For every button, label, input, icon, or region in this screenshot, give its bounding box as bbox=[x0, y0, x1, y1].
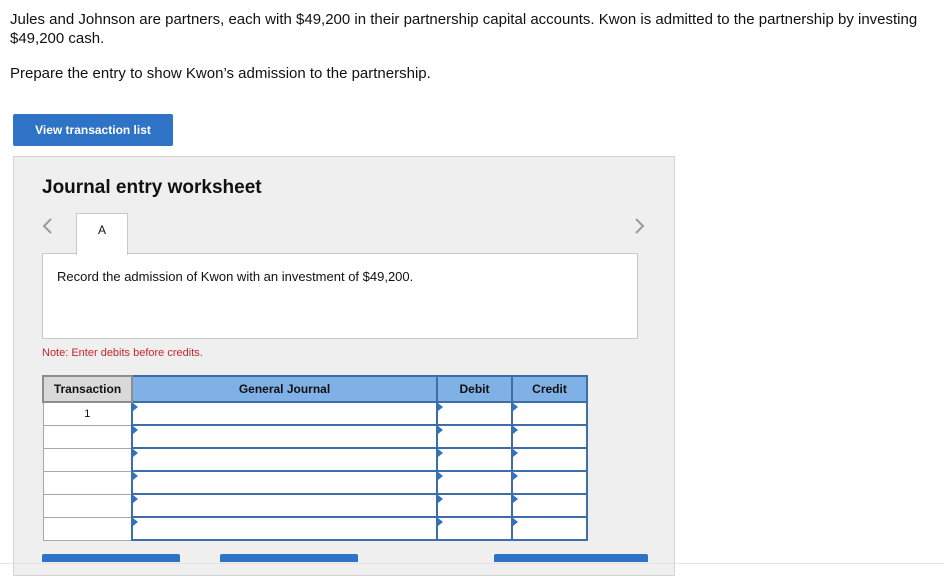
table-row bbox=[42, 516, 588, 541]
record-entry-button[interactable] bbox=[42, 554, 180, 562]
credit-input[interactable] bbox=[511, 493, 588, 518]
header-transaction: Transaction bbox=[42, 375, 133, 403]
journal-header-row: Transaction General Journal Debit Credit bbox=[42, 375, 588, 403]
table-row bbox=[42, 470, 588, 495]
credit-input[interactable] bbox=[511, 424, 588, 449]
transaction-number bbox=[42, 516, 133, 541]
page-divider bbox=[0, 563, 944, 564]
credit-input[interactable] bbox=[511, 516, 588, 541]
table-row bbox=[42, 424, 588, 449]
debit-input[interactable] bbox=[436, 470, 513, 495]
credit-input[interactable] bbox=[511, 447, 588, 472]
transaction-number bbox=[42, 470, 133, 495]
debit-input[interactable] bbox=[436, 424, 513, 449]
transaction-description: Record the admission of Kwon with an inv… bbox=[42, 253, 638, 339]
account-select[interactable] bbox=[131, 516, 438, 541]
account-select[interactable] bbox=[131, 447, 438, 472]
worksheet-title: Journal entry worksheet bbox=[42, 177, 262, 198]
view-general-journal-button[interactable] bbox=[494, 554, 648, 562]
header-credit: Credit bbox=[511, 375, 588, 403]
table-row bbox=[42, 447, 588, 472]
chevron-left-icon[interactable] bbox=[41, 216, 55, 236]
transaction-number: 1 bbox=[42, 401, 133, 426]
clear-entry-button[interactable] bbox=[220, 554, 358, 562]
account-select[interactable] bbox=[131, 401, 438, 426]
journal-table: Transaction General Journal Debit Credit… bbox=[42, 375, 588, 541]
problem-instruction: Prepare the entry to show Kwon’s admissi… bbox=[10, 65, 431, 82]
description-text: Record the admission of Kwon with an inv… bbox=[57, 269, 414, 284]
problem-text: Jules and Johnson are partners, each wit… bbox=[10, 11, 918, 47]
account-select[interactable] bbox=[131, 470, 438, 495]
account-select[interactable] bbox=[131, 424, 438, 449]
transaction-number bbox=[42, 424, 133, 449]
tab-a[interactable]: A bbox=[76, 213, 128, 255]
view-transaction-list-button[interactable]: View transaction list bbox=[13, 114, 173, 146]
credit-input[interactable] bbox=[511, 401, 588, 426]
debit-input[interactable] bbox=[436, 516, 513, 541]
chevron-right-icon[interactable] bbox=[632, 216, 646, 236]
account-select[interactable] bbox=[131, 493, 438, 518]
table-row: 1 bbox=[42, 401, 588, 426]
transaction-number bbox=[42, 493, 133, 518]
header-debit: Debit bbox=[436, 375, 513, 403]
credit-input[interactable] bbox=[511, 470, 588, 495]
header-general-journal: General Journal bbox=[131, 375, 438, 403]
transaction-number bbox=[42, 447, 133, 472]
entry-note: Note: Enter debits before credits. bbox=[42, 347, 203, 359]
debit-input[interactable] bbox=[436, 401, 513, 426]
debit-input[interactable] bbox=[436, 493, 513, 518]
journal-worksheet-panel: Journal entry worksheet A Record the adm… bbox=[13, 156, 675, 576]
table-row bbox=[42, 493, 588, 518]
debit-input[interactable] bbox=[436, 447, 513, 472]
